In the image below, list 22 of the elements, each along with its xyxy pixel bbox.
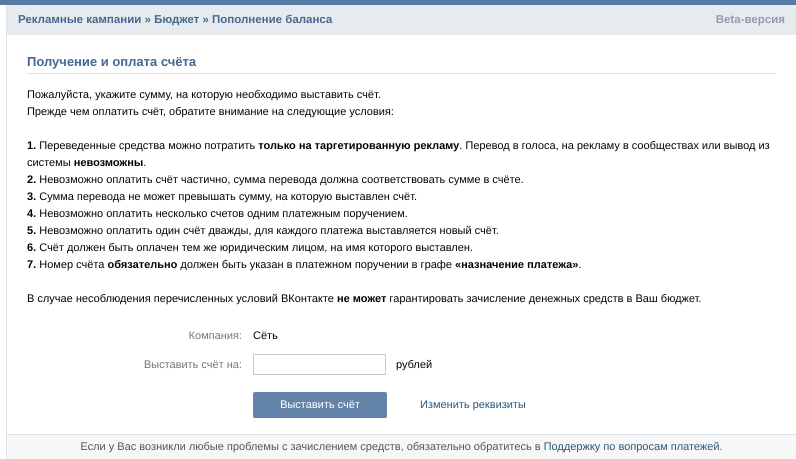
support-link[interactable]: Поддержку по вопросам платежей: [544, 441, 720, 453]
footer-text: Если у Вас возникли любые проблемы с зачислением средств, обязательно обратитесь в Поддержку по вопросам платежей.: [80, 441, 723, 453]
currency-unit: рублей: [396, 358, 432, 370]
issue-invoice-button[interactable]: Выставить счёт: [253, 392, 387, 418]
warning-text: В случае несоблюдения перечисленных условий ВКонтакте не может гарантировать зачисление денежных средств в Ваш бюджет.: [27, 292, 702, 307]
breadcrumb: Рекламные кампании » Бюджет » Пополнение баланса: [18, 14, 332, 26]
condition-text: 1. Переведенные средства можно потратить только на таргетированную рекламу. Перевод в голоса, на рекламу в сообществах или вывод из системы невозможны.: [27, 139, 771, 171]
amount-field[interactable]: [253, 354, 386, 375]
condition-text: 6. Счёт должен быть оплачен тем же юридическим лицом, на имя которого выставлен.: [27, 241, 474, 256]
beta-label: Beta-версия: [716, 14, 785, 26]
condition-text: 4. Невозможно оплатить несколько счетов одним платежным поручением.: [27, 207, 409, 222]
condition-text: 5. Невозможно оплатить один счёт дважды, для каждого платежа выставляется новый счёт.: [27, 224, 500, 239]
company-label: Компания:: [188, 330, 243, 342]
edit-details-link[interactable]: Изменить реквизиты: [420, 399, 526, 411]
condition-text: 3. Сумма перевода не может превышать сумму, на которую выставлен счёт.: [27, 190, 418, 205]
company-value: Сёть: [253, 330, 278, 342]
intro-text: Пожалуйста, укажите сумму, на которую необходимо выставить счёт.: [27, 88, 382, 103]
amount-label: Выставить счёт на:: [142, 358, 243, 370]
intro-text: Прежде чем оплатить счёт, обратите внимание на следующие условия:: [27, 105, 395, 120]
condition-text: 2. Невозможно оплатить счёт частично, сумма перевода должна соответствовать сумме в счёте.: [27, 173, 525, 188]
section-title: Получение и оплата счёта: [27, 54, 776, 74]
condition-text: 7. Номер счёта обязательно должен быть указан в платежном поручении в графе «назначение платежа».: [27, 258, 582, 273]
